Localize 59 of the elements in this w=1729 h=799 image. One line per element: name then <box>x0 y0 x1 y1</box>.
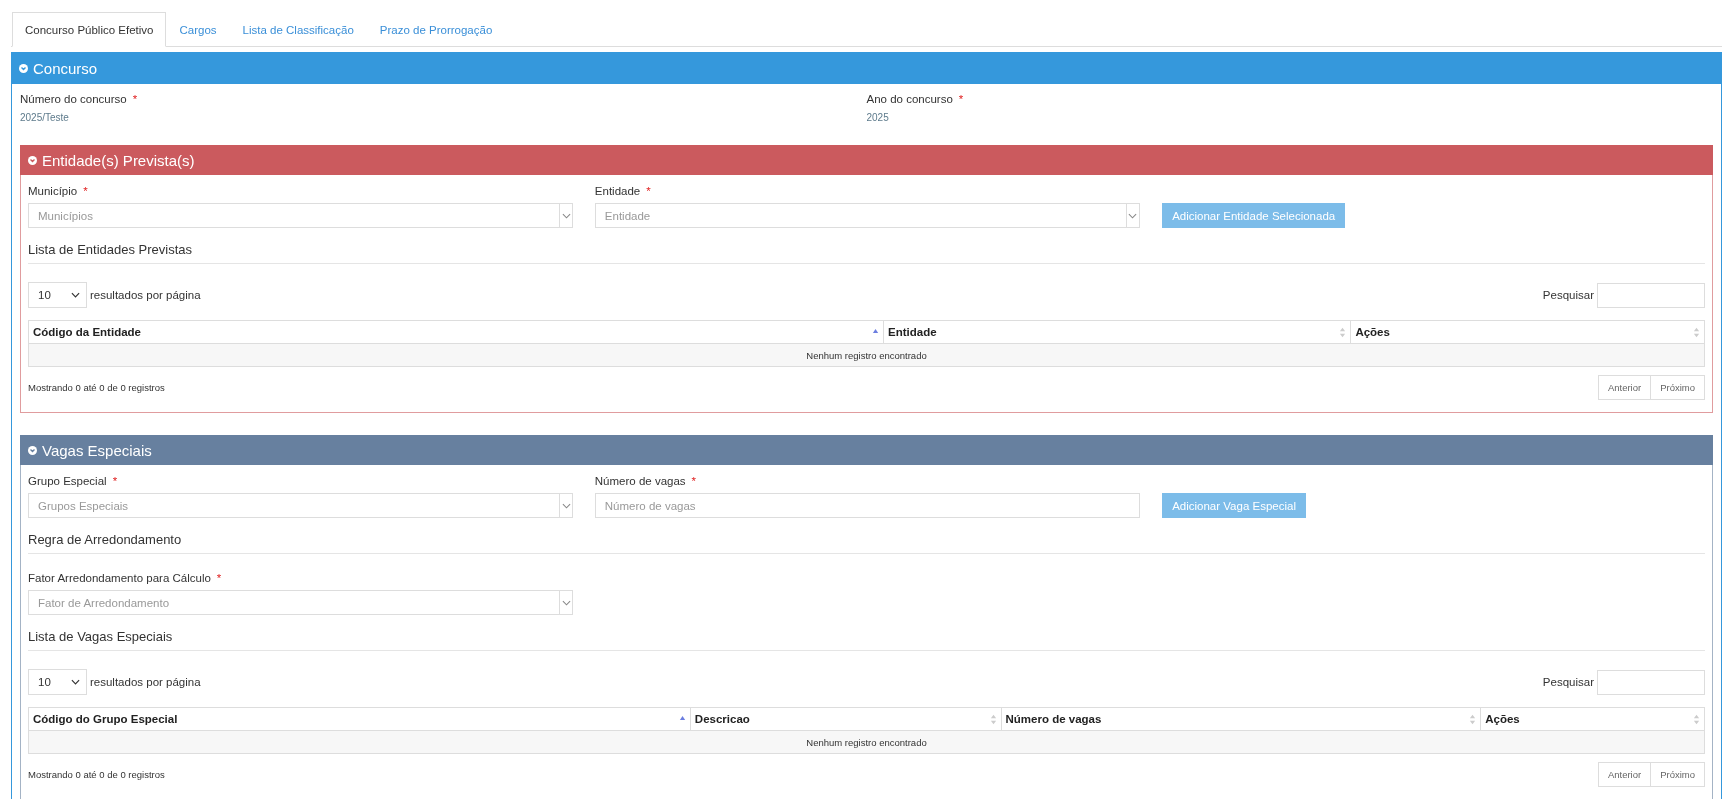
required-mark: * <box>83 185 88 197</box>
section-heading: Lista de Vagas Especiais <box>28 629 173 644</box>
field-label: Número do concurso <box>20 93 127 105</box>
column-header[interactable]: Descricao <box>690 707 1002 731</box>
collapse-icon[interactable] <box>28 445 37 455</box>
column-header[interactable]: Código da Entidade <box>28 320 884 344</box>
tab[interactable]: Lista de Classificação <box>229 12 367 46</box>
section-heading: Regra de Arredondamento <box>28 532 182 547</box>
pagination-button[interactable]: Próximo <box>1650 375 1705 400</box>
section-heading: Lista de Entidades Previstas <box>28 242 193 257</box>
required-mark: * <box>646 185 651 197</box>
search-label: Pesquisar <box>1542 289 1594 301</box>
section-title: Vagas Especiais <box>42 441 152 459</box>
page-size-label: resultados por página <box>90 289 201 301</box>
chevron-down-icon <box>561 599 571 606</box>
tab[interactable]: Prazo de Prorrogação <box>366 12 506 46</box>
chevron-down-icon <box>1128 212 1138 219</box>
collapse-icon[interactable] <box>19 63 28 73</box>
required-mark: * <box>958 93 964 105</box>
table-info: Mostrando 0 até 0 de 0 registros <box>28 769 165 780</box>
field-value: 2025/Teste <box>20 112 70 123</box>
search-field[interactable] <box>1597 282 1705 308</box>
pagination-button[interactable]: Próximo <box>1650 762 1705 787</box>
field-label: Município <box>28 185 78 197</box>
field-label: Ano do concurso <box>866 93 953 105</box>
required-mark: * <box>216 572 222 584</box>
panel-title: Concurso <box>33 59 98 77</box>
page-size-select[interactable]: 10 <box>28 282 87 308</box>
chevron-down-icon <box>561 212 571 219</box>
required-mark: * <box>691 475 697 487</box>
table-info: Mostrando 0 até 0 de 0 registros <box>28 382 165 393</box>
pagination-button[interactable]: Anterior <box>1597 762 1652 787</box>
column-header[interactable]: Ações <box>1480 707 1705 731</box>
column-header[interactable]: Entidade <box>883 320 1351 344</box>
input-field[interactable]: Número de vagas <box>594 493 1140 518</box>
page-size-label: resultados por página <box>90 676 201 688</box>
empty-message: Nenhum registro encontrado <box>28 343 1705 367</box>
page-size-select[interactable]: 10 <box>28 669 87 695</box>
empty-message: Nenhum registro encontrado <box>28 730 1705 754</box>
pagination-button[interactable]: Anterior <box>1597 375 1652 400</box>
field-label: Fator Arredondamento para Cálculo <box>28 572 211 584</box>
chevron-down-icon <box>71 292 80 298</box>
chevron-down-icon <box>71 679 80 685</box>
column-header[interactable]: Número de vagas <box>1001 707 1481 731</box>
tab[interactable]: Concurso Público Efetivo <box>12 12 167 47</box>
required-mark: * <box>112 475 118 487</box>
field-value: 2025 <box>866 112 890 123</box>
search-label: Pesquisar <box>1542 676 1594 688</box>
tab[interactable]: Cargos <box>166 12 230 46</box>
column-header[interactable]: Ações <box>1350 320 1705 344</box>
section-title: Entidade(s) Prevista(s) <box>42 151 195 169</box>
collapse-icon[interactable] <box>28 155 37 165</box>
field-label: Número de vagas <box>594 475 686 487</box>
column-header[interactable]: Código do Grupo Especial <box>28 707 691 731</box>
required-mark: * <box>132 93 138 105</box>
field-label: Grupo Especial <box>28 475 107 487</box>
search-field[interactable] <box>1597 669 1705 695</box>
field-label: Entidade <box>594 185 641 197</box>
chevron-down-icon <box>561 502 571 509</box>
